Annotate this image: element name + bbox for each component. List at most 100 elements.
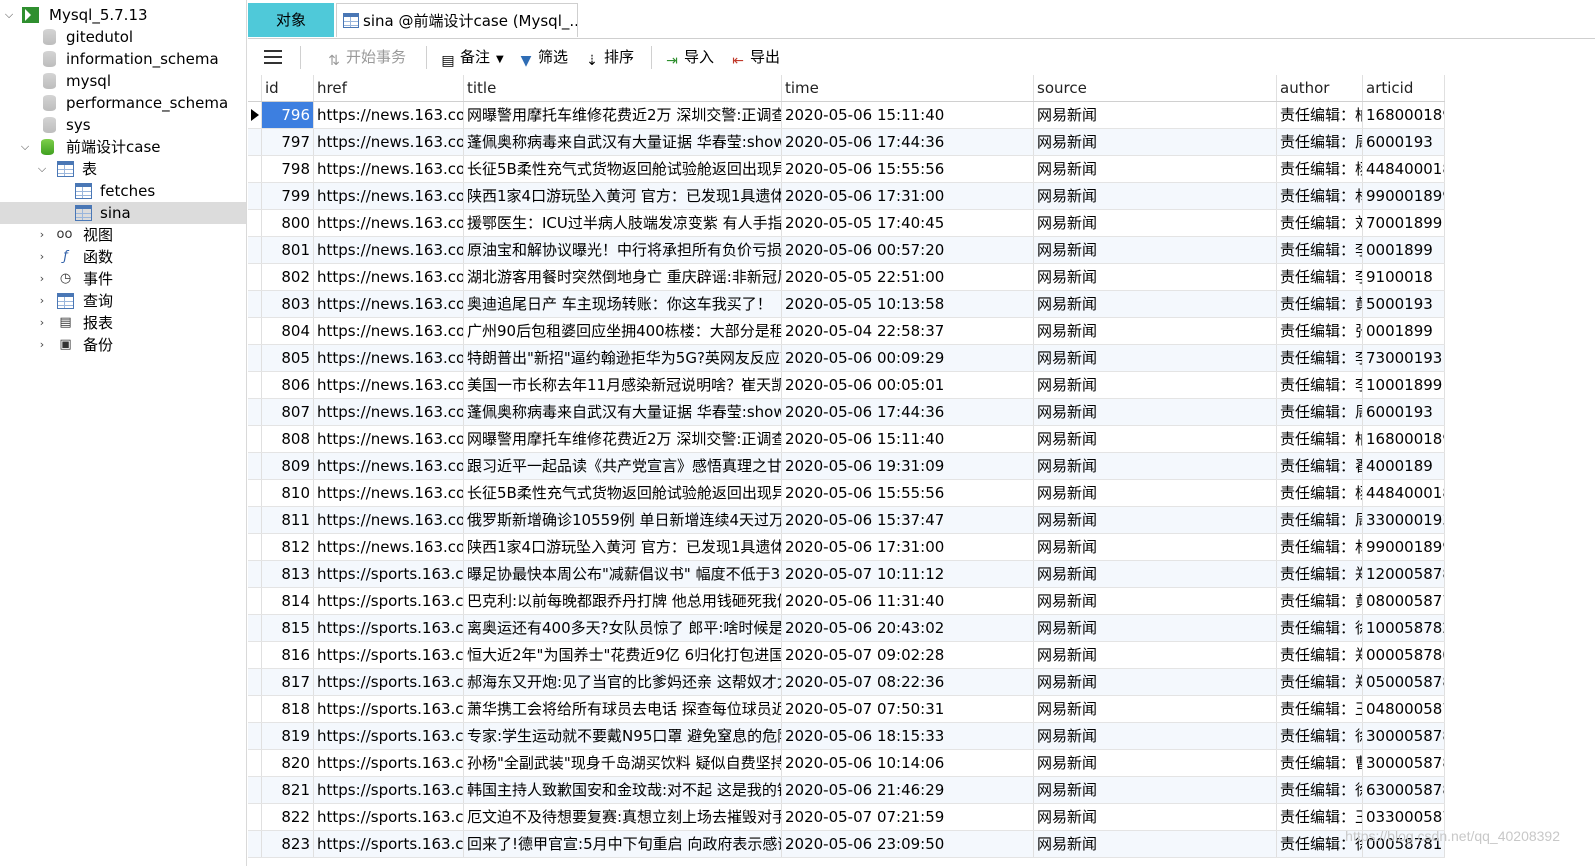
tree-table-item[interactable]: fetches bbox=[0, 180, 246, 202]
tree-functions-folder[interactable]: › ƒ 函数 bbox=[0, 246, 246, 268]
table-row[interactable]: 798 https://news.163.com 长征5B柔性充气式货物返回舱试验舱… bbox=[248, 156, 1445, 183]
cell-source[interactable]: 网易新闻 bbox=[1034, 345, 1277, 371]
cell-id[interactable]: 823 bbox=[262, 831, 314, 857]
cell-author[interactable]: 责任编辑：李 bbox=[1277, 372, 1363, 398]
cell-href[interactable]: https://news.163.com bbox=[314, 453, 464, 479]
cell-href[interactable]: https://sports.163.co bbox=[314, 642, 464, 668]
table-row[interactable]: 822 https://sports.163.co 厄文迫不及待想要复赛:真想立刻上… bbox=[248, 804, 1445, 831]
cell-author[interactable]: 责任编辑：林 bbox=[1277, 183, 1363, 209]
cell-time[interactable]: 2020-05-05 22:51:00 bbox=[782, 264, 1034, 290]
column-header-href[interactable]: href bbox=[314, 75, 464, 101]
cell-id[interactable]: 797 bbox=[262, 129, 314, 155]
cell-time[interactable]: 2020-05-06 18:15:33 bbox=[782, 723, 1034, 749]
cell-id[interactable]: 818 bbox=[262, 696, 314, 722]
cell-author[interactable]: 责任编辑：周 bbox=[1277, 507, 1363, 533]
cell-id[interactable]: 805 bbox=[262, 345, 314, 371]
tree-database[interactable]: performance_schema bbox=[0, 92, 246, 114]
cell-id[interactable]: 814 bbox=[262, 588, 314, 614]
cell-author[interactable]: 责任编辑：柏 bbox=[1277, 426, 1363, 452]
row-marker-cell[interactable] bbox=[248, 156, 262, 182]
cell-articid[interactable]: 300005878 bbox=[1363, 750, 1445, 776]
table-row[interactable]: 810 https://news.163.com 长征5B柔性充气式货物返回舱试验舱… bbox=[248, 480, 1445, 507]
cell-source[interactable]: 网易新闻 bbox=[1034, 156, 1277, 182]
cell-id[interactable]: 796 bbox=[262, 102, 314, 128]
row-marker-cell[interactable] bbox=[248, 588, 262, 614]
table-row[interactable]: 799 https://news.163.com 陕西1家4口游玩坠入黄河 官方：已… bbox=[248, 183, 1445, 210]
cell-href[interactable]: https://news.163.com bbox=[314, 264, 464, 290]
row-marker-cell[interactable] bbox=[248, 264, 262, 290]
column-header-author[interactable]: author bbox=[1277, 75, 1363, 101]
cell-title[interactable]: 湖北游客用餐时突然倒地身亡 重庆辟谣:非新冠尼 bbox=[464, 264, 782, 290]
cell-author[interactable]: 责任编辑：曹 bbox=[1277, 750, 1363, 776]
column-header-title[interactable]: title bbox=[464, 75, 782, 101]
cell-articid[interactable]: 000058780 bbox=[1363, 642, 1445, 668]
chevron-right-icon[interactable]: › bbox=[35, 268, 49, 290]
cell-id[interactable]: 819 bbox=[262, 723, 314, 749]
row-marker-cell[interactable] bbox=[248, 399, 262, 425]
cell-source[interactable]: 网易新闻 bbox=[1034, 507, 1277, 533]
cell-title[interactable]: 广州90后包租婆回应坐拥400栋楼：大部分是租的 bbox=[464, 318, 782, 344]
cell-time[interactable]: 2020-05-06 00:05:01 bbox=[782, 372, 1034, 398]
cell-title[interactable]: 长征5B柔性充气式货物返回舱试验舱返回出现异 bbox=[464, 156, 782, 182]
table-row[interactable]: 807 https://news.163.com 蓬佩奥称病毒来自武汉有大量证据 华… bbox=[248, 399, 1445, 426]
table-row[interactable]: 823 https://sports.163.co 回来了!德甲官宣:5月中下旬重启… bbox=[248, 831, 1445, 858]
cell-id[interactable]: 815 bbox=[262, 615, 314, 641]
table-row[interactable]: 806 https://news.163.com 美国一市长称去年11月感染新冠说明… bbox=[248, 372, 1445, 399]
cell-time[interactable]: 2020-05-07 07:21:59 bbox=[782, 804, 1034, 830]
cell-href[interactable]: https://news.163.com bbox=[314, 507, 464, 533]
row-marker-cell[interactable] bbox=[248, 696, 262, 722]
cell-id[interactable]: 801 bbox=[262, 237, 314, 263]
cell-time[interactable]: 2020-05-06 17:44:36 bbox=[782, 129, 1034, 155]
cell-articid[interactable]: 6000193 bbox=[1363, 399, 1445, 425]
cell-id[interactable]: 799 bbox=[262, 183, 314, 209]
tree-database[interactable]: gitedutol bbox=[0, 26, 246, 48]
table-row[interactable]: 801 https://news.163.com 原油宝和解协议曝光！中行将承担所有… bbox=[248, 237, 1445, 264]
cell-author[interactable]: 责任编辑：杨 bbox=[1277, 480, 1363, 506]
cell-href[interactable]: https://sports.163.co bbox=[314, 561, 464, 587]
tree-table-item-selected[interactable]: sina bbox=[0, 202, 246, 224]
cell-time[interactable]: 2020-05-06 15:55:56 bbox=[782, 156, 1034, 182]
row-marker-cell[interactable] bbox=[248, 372, 262, 398]
chevron-down-icon[interactable]: ⌵ bbox=[35, 158, 49, 180]
row-marker-cell[interactable] bbox=[248, 345, 262, 371]
cell-articid[interactable]: 168000189 bbox=[1363, 102, 1445, 128]
cell-source[interactable]: 网易新闻 bbox=[1034, 372, 1277, 398]
cell-source[interactable]: 网易新闻 bbox=[1034, 264, 1277, 290]
tree-views-folder[interactable]: › oo 视图 bbox=[0, 224, 246, 246]
cell-title[interactable]: 离奥运还有400多天?女队员惊了 郎平:啥时候是个 bbox=[464, 615, 782, 641]
cell-articid[interactable]: 70001899 bbox=[1363, 210, 1445, 236]
cell-id[interactable]: 813 bbox=[262, 561, 314, 587]
cell-href[interactable]: https://sports.163.co bbox=[314, 588, 464, 614]
chevron-right-icon[interactable]: › bbox=[35, 290, 49, 312]
cell-href[interactable]: https://sports.163.co bbox=[314, 723, 464, 749]
table-row[interactable]: 818 https://sports.163.co 萧华携工会将给所有球员去电话 探… bbox=[248, 696, 1445, 723]
cell-source[interactable]: 网易新闻 bbox=[1034, 102, 1277, 128]
table-row[interactable]: 813 https://sports.163.co 曝足协最快本周公布"减薪倡议书"… bbox=[248, 561, 1445, 588]
cell-source[interactable]: 网易新闻 bbox=[1034, 669, 1277, 695]
tree-database[interactable]: sys bbox=[0, 114, 246, 136]
cell-id[interactable]: 811 bbox=[262, 507, 314, 533]
cell-time[interactable]: 2020-05-06 00:57:20 bbox=[782, 237, 1034, 263]
cell-id[interactable]: 812 bbox=[262, 534, 314, 560]
cell-id[interactable]: 807 bbox=[262, 399, 314, 425]
cell-time[interactable]: 2020-05-06 20:43:02 bbox=[782, 615, 1034, 641]
cell-title[interactable]: 蓬佩奥称病毒来自武汉有大量证据 华春莹:show bbox=[464, 399, 782, 425]
cell-author[interactable]: 责任编辑：周 bbox=[1277, 129, 1363, 155]
row-marker-cell[interactable] bbox=[248, 426, 262, 452]
cell-id[interactable]: 806 bbox=[262, 372, 314, 398]
cell-href[interactable]: https://news.163.com bbox=[314, 237, 464, 263]
row-marker-cell[interactable] bbox=[248, 561, 262, 587]
cell-source[interactable]: 网易新闻 bbox=[1034, 453, 1277, 479]
cell-source[interactable]: 网易新闻 bbox=[1034, 129, 1277, 155]
cell-href[interactable]: https://news.163.com bbox=[314, 129, 464, 155]
row-marker-cell[interactable] bbox=[248, 642, 262, 668]
cell-href[interactable]: https://news.163.com bbox=[314, 102, 464, 128]
table-row[interactable]: 797 https://news.163.com 蓬佩奥称病毒来自武汉有大量证据 华… bbox=[248, 129, 1445, 156]
table-row[interactable]: 820 https://sports.163.co 孙杨"全副武装"现身千岛湖买饮料… bbox=[248, 750, 1445, 777]
tree-connection[interactable]: ⌵ Mysql_5.7.13 bbox=[0, 4, 246, 26]
cell-source[interactable]: 网易新闻 bbox=[1034, 804, 1277, 830]
cell-source[interactable]: 网易新闻 bbox=[1034, 291, 1277, 317]
cell-href[interactable]: https://news.163.com bbox=[314, 534, 464, 560]
cell-id[interactable]: 803 bbox=[262, 291, 314, 317]
cell-source[interactable]: 网易新闻 bbox=[1034, 399, 1277, 425]
